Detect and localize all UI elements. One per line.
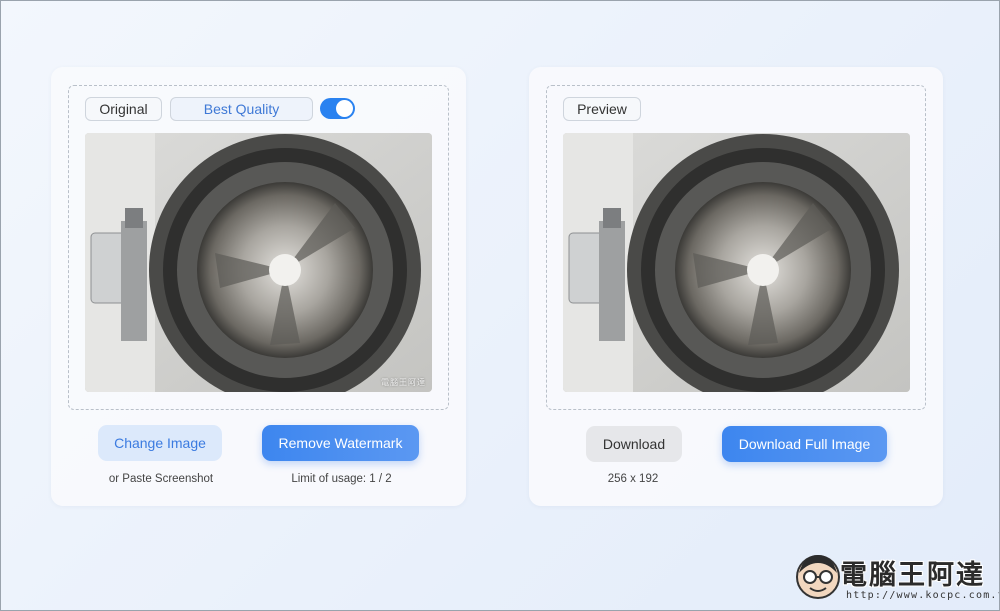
original-image: 電腦王阿達: [85, 133, 432, 392]
download-full-image-button[interactable]: Download Full Image: [722, 426, 887, 462]
usage-limit-text: Limit of usage: 1 / 2: [291, 473, 392, 485]
site-brand-name: 電腦王阿達: [840, 560, 985, 591]
washing-machine-photo: [85, 133, 432, 392]
preview-label: Preview: [563, 97, 641, 121]
site-url: http://www.kocpc.com.tw: [846, 590, 1000, 601]
image-dimensions: 256 x 192: [607, 473, 659, 485]
mascot-face-icon: [796, 555, 840, 599]
washing-machine-photo-clean: [563, 133, 910, 392]
original-panel: Original Best Quality 電腦王阿達 Change Image…: [51, 67, 466, 506]
quality-toggle[interactable]: [320, 98, 355, 119]
toggle-knob: [336, 100, 353, 117]
change-image-button[interactable]: Change Image: [98, 425, 222, 461]
paste-screenshot-hint[interactable]: or Paste Screenshot: [91, 473, 231, 485]
preview-panel: Preview Download Download Full Image 256…: [529, 67, 943, 506]
preview-image-frame: Preview: [546, 85, 926, 410]
remove-watermark-button[interactable]: Remove Watermark: [262, 425, 419, 461]
quality-selector[interactable]: Best Quality: [170, 97, 313, 121]
image-watermark: 電腦王阿達: [381, 378, 426, 387]
download-button[interactable]: Download: [586, 426, 682, 462]
site-logo: 電腦王阿達 http://www.kocpc.com.tw: [792, 549, 1000, 605]
original-image-dropzone[interactable]: Original Best Quality 電腦王阿達: [68, 85, 449, 410]
preview-image: [563, 133, 910, 392]
original-label: Original: [85, 97, 162, 121]
